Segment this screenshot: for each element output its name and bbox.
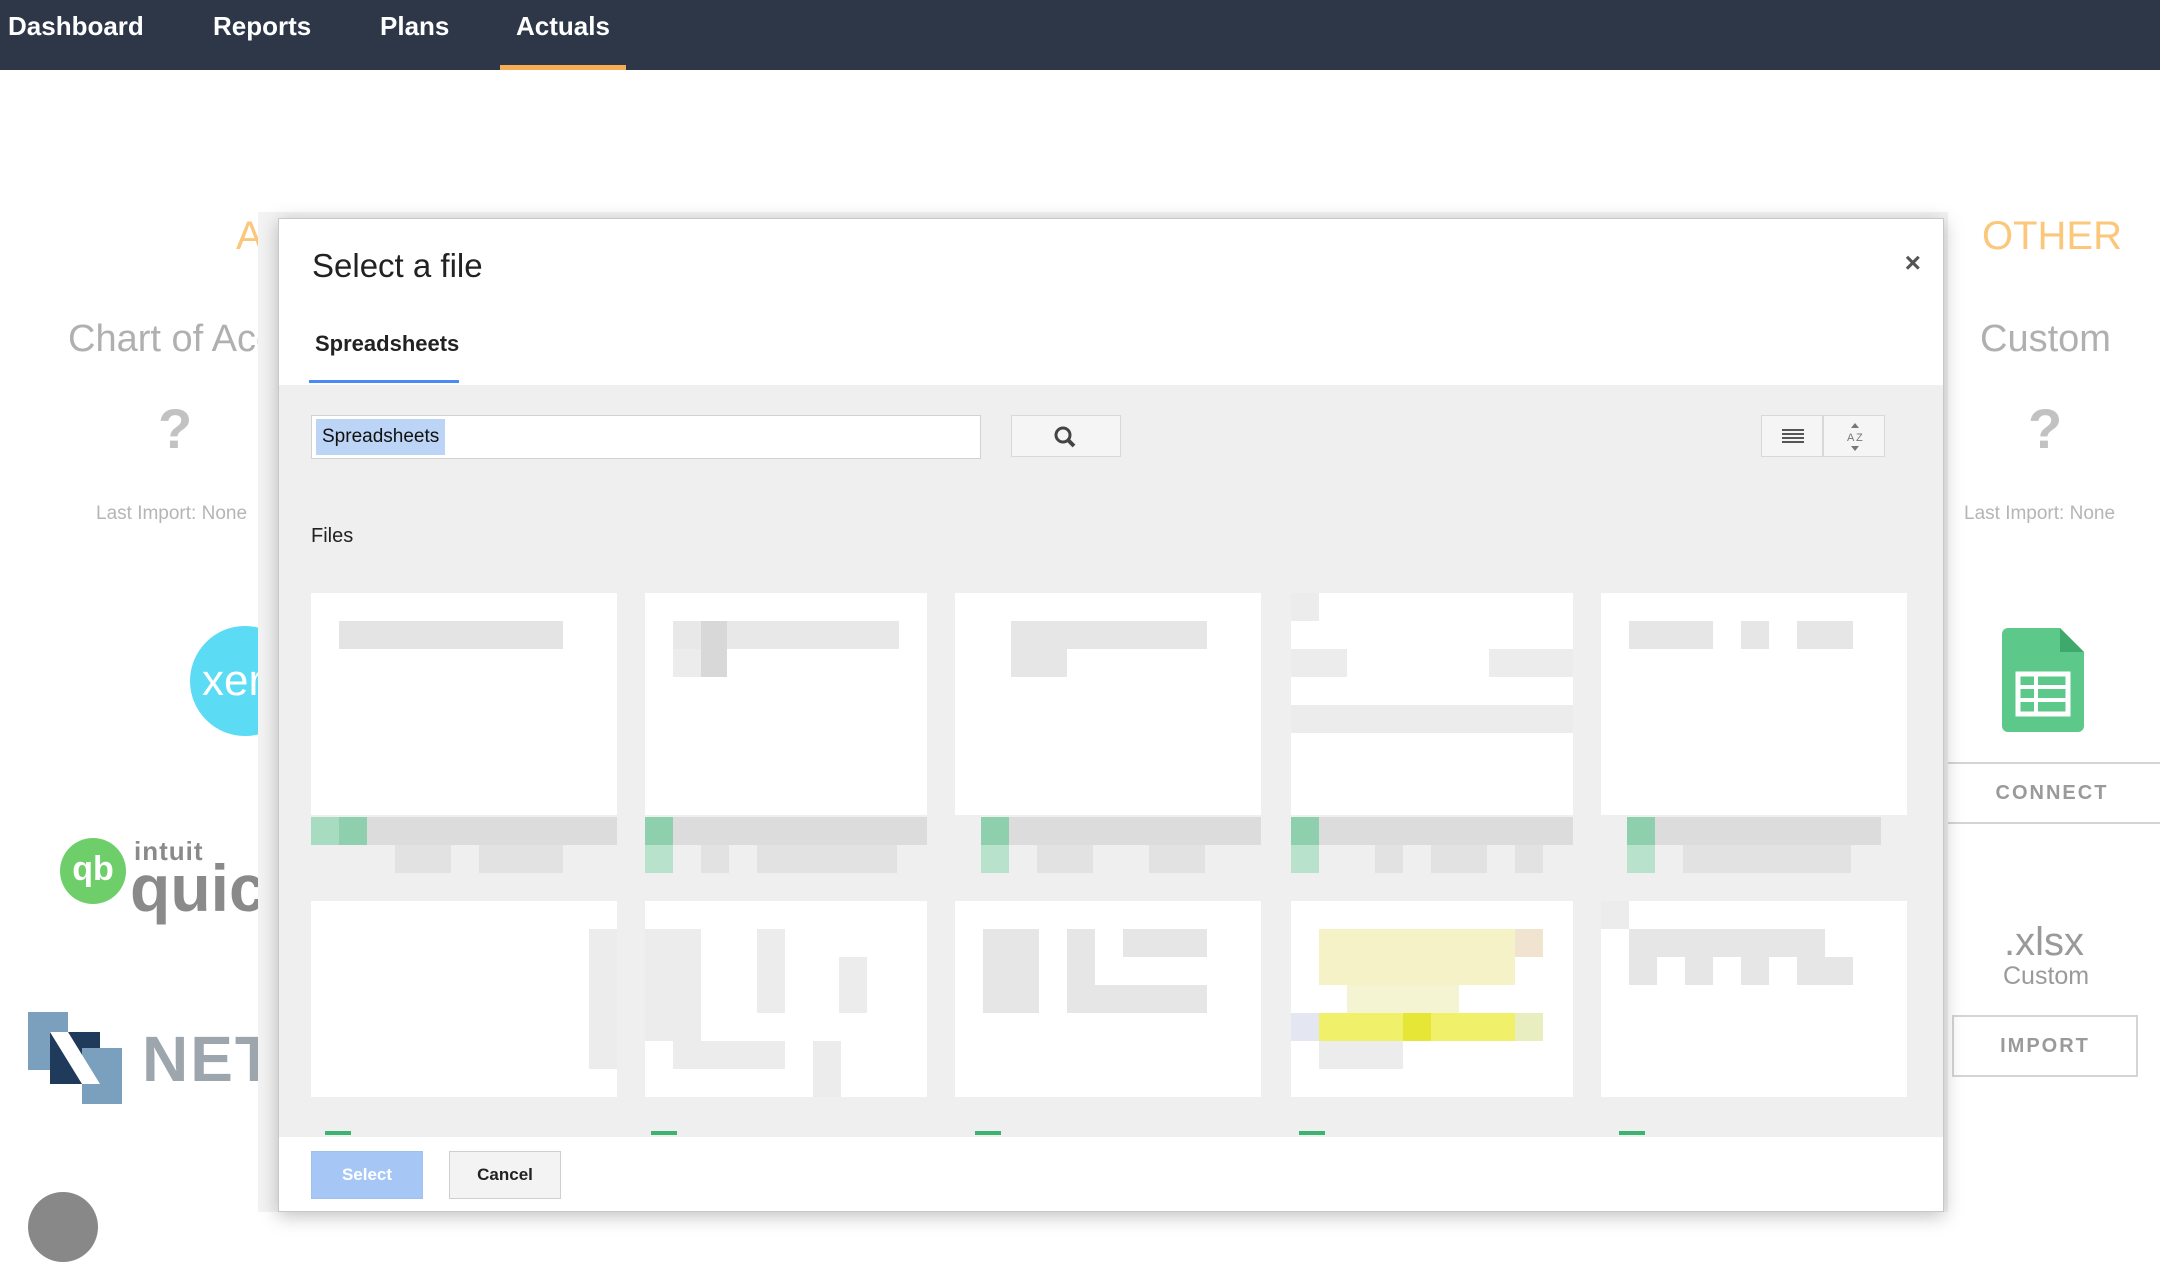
- dialog-header: Select a file × Spreadsheets: [279, 219, 1943, 385]
- custom-status-question-icon: ?: [2028, 397, 2063, 460]
- file-thumbnail[interactable]: [955, 901, 1261, 1097]
- custom-column-title: Custom: [1980, 318, 2111, 360]
- chart-status-question-icon: ?: [158, 397, 193, 460]
- import-button[interactable]: IMPORT: [1952, 1015, 2138, 1077]
- search-button[interactable]: [1011, 415, 1121, 457]
- netsuite-logo-icon[interactable]: [28, 1012, 122, 1104]
- integration-logo-partial: [28, 1192, 98, 1262]
- file-thumbnail[interactable]: [1601, 593, 1907, 815]
- file-thumbnail[interactable]: [1291, 593, 1573, 815]
- sort-button[interactable]: A Z: [1823, 415, 1885, 457]
- nav-plans[interactable]: Plans: [380, 0, 449, 70]
- cancel-button[interactable]: Cancel: [449, 1151, 561, 1199]
- file-thumbnail[interactable]: [645, 901, 927, 1097]
- dialog-body: Spreadsheets A Z Files: [279, 385, 1943, 1211]
- nav-actuals[interactable]: Actuals: [500, 0, 626, 70]
- close-button[interactable]: ×: [1905, 247, 1921, 279]
- other-section-title: OTHER: [1982, 214, 2122, 258]
- xlsx-custom-label: Custom: [2003, 962, 2090, 990]
- search-input[interactable]: Spreadsheets: [311, 415, 981, 459]
- tab-spreadsheets[interactable]: Spreadsheets: [309, 331, 465, 357]
- list-view-icon: [1782, 429, 1804, 443]
- select-button[interactable]: Select: [311, 1151, 423, 1199]
- file-picker-dialog: Select a file × Spreadsheets Spreadsheet…: [278, 218, 1944, 1212]
- file-thumbnail[interactable]: [311, 901, 617, 1097]
- connect-button[interactable]: CONNECT: [1940, 762, 2160, 824]
- file-thumbnail[interactable]: [1601, 901, 1907, 1097]
- top-nav: Dashboard Reports Plans Actuals: [0, 0, 2160, 70]
- google-sheets-icon: [2002, 628, 2084, 732]
- chart-of-accounts-title: Chart of Acct: [68, 318, 286, 360]
- active-tab-indicator: [309, 380, 459, 383]
- search-icon: [1054, 426, 1076, 448]
- custom-last-import: Last Import: None: [1964, 503, 2116, 524]
- file-thumbnail[interactable]: [645, 593, 927, 815]
- sort-az-icon: A Z: [1847, 423, 1863, 451]
- quickbooks-logo-icon[interactable]: qb: [60, 838, 126, 904]
- file-thumbnail[interactable]: [955, 593, 1261, 815]
- search-input-value: Spreadsheets: [316, 419, 446, 455]
- dialog-title: Select a file: [312, 247, 483, 284]
- xlsx-label: .xlsx: [2004, 920, 2084, 964]
- files-section-label: Files: [311, 525, 354, 547]
- nav-reports[interactable]: Reports: [213, 0, 311, 70]
- file-thumbnail[interactable]: [311, 593, 617, 815]
- svg-text:Z: Z: [1856, 432, 1863, 444]
- svg-text:A: A: [1847, 432, 1855, 444]
- dialog-footer: Select Cancel: [279, 1137, 1943, 1211]
- nav-dashboard[interactable]: Dashboard: [8, 0, 144, 70]
- chart-last-import: Last Import: None: [96, 503, 248, 524]
- file-thumbnail[interactable]: [1291, 901, 1573, 1097]
- list-view-button[interactable]: [1761, 415, 1823, 457]
